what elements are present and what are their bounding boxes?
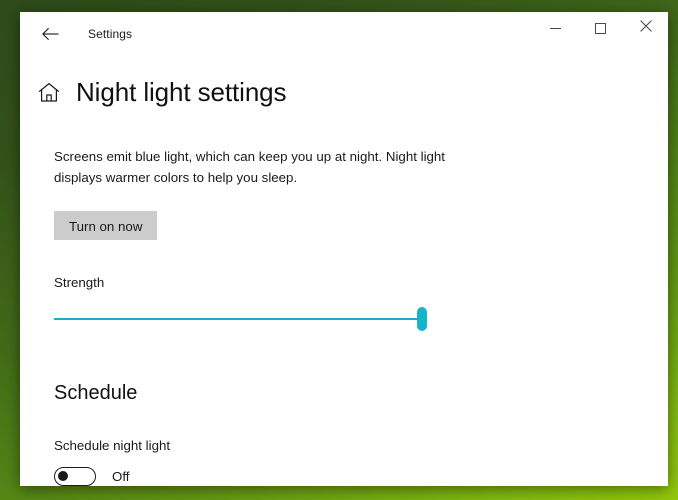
slider-fill [54,318,422,320]
schedule-night-light-toggle[interactable] [54,467,96,486]
close-button[interactable] [623,12,668,44]
toggle-state-label: Off [112,469,130,484]
schedule-toggle-row: Off [54,467,668,486]
settings-window: Settings Night light settings Screens em… [20,12,668,486]
home-icon[interactable] [32,75,66,109]
strength-slider[interactable] [54,306,427,332]
arrow-left-icon [41,27,59,41]
maximize-button[interactable] [578,12,623,44]
schedule-section: Schedule night light Off [54,437,668,486]
minimize-icon [550,27,561,29]
back-button[interactable] [28,18,72,50]
strength-section: Strength [54,274,668,332]
app-title: Settings [88,27,133,41]
settings-content: Screens emit blue light, which can keep … [20,146,668,486]
page-header: Night light settings [20,56,668,114]
close-icon [639,19,652,37]
maximize-icon [595,22,606,34]
minimize-button[interactable] [533,12,578,44]
toggle-knob [58,471,68,481]
night-light-description: Screens emit blue light, which can keep … [54,149,446,185]
strength-label: Strength [54,275,105,290]
window-controls [533,12,668,44]
title-bar: Settings [20,12,668,56]
page-title: Night light settings [76,77,287,107]
schedule-heading: Schedule [54,382,138,404]
turn-on-now-button[interactable]: Turn on now [54,211,158,240]
schedule-night-light-label: Schedule night light [54,438,171,453]
slider-thumb[interactable] [417,307,427,331]
